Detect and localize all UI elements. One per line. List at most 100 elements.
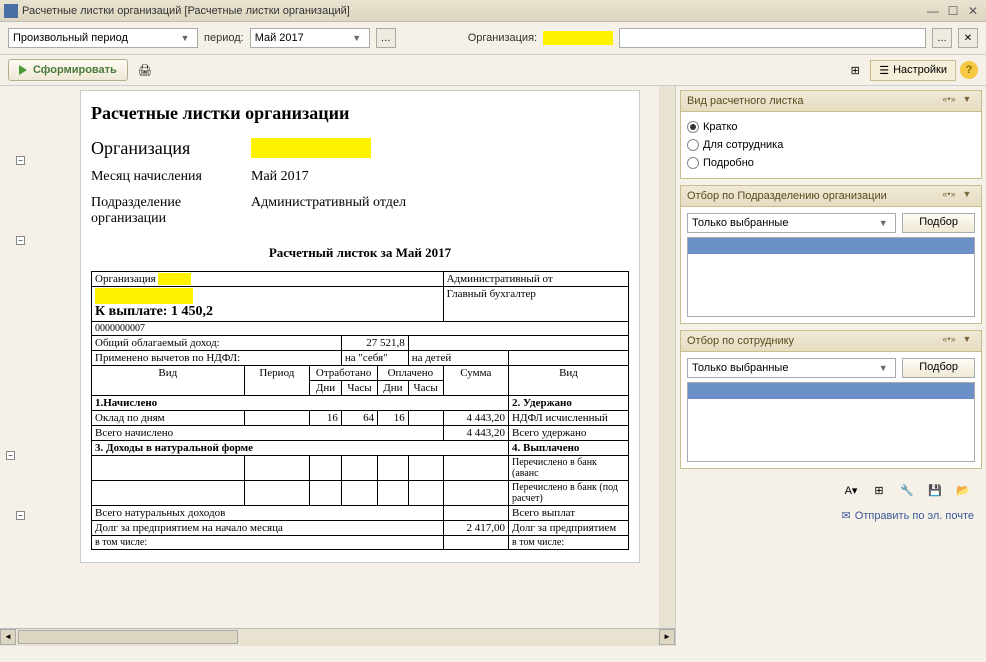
panel-collapse-button[interactable]: «•» <box>941 189 957 203</box>
document-scroll[interactable]: Расчетные листки организации Организация… <box>30 86 675 628</box>
panel-collapse-button[interactable]: «•» <box>941 334 957 348</box>
dept-right: Административный от <box>443 272 628 287</box>
send-label: Отправить по эл. почте <box>855 510 974 522</box>
col-days: Дни <box>310 381 342 396</box>
scroll-right-button[interactable]: ► <box>659 629 675 645</box>
grid-button[interactable]: ⊞ <box>868 479 890 501</box>
section-accrued: 1.Начислено <box>92 396 509 411</box>
outline-node[interactable]: − <box>16 236 25 245</box>
org-input[interactable] <box>619 28 926 48</box>
period-type-dropdown[interactable]: Произвольный период ▼ <box>8 28 198 48</box>
dept-value: Административный отдел <box>251 195 406 227</box>
col-days2: Дни <box>378 381 409 396</box>
settings-button[interactable]: ☰ Настройки <box>870 60 956 81</box>
org-redacted <box>251 138 371 158</box>
scroll-left-button[interactable]: ◄ <box>0 629 16 645</box>
emp-filter-list[interactable] <box>687 382 975 462</box>
panel-close-button[interactable]: ▼ <box>959 94 975 108</box>
dropdown-arrow-icon: ▼ <box>875 218 891 228</box>
col-period: Период <box>244 366 309 396</box>
help-button[interactable]: ? <box>960 61 978 79</box>
col-sum: Сумма <box>443 366 508 396</box>
outline-node[interactable]: − <box>16 156 25 165</box>
maximize-button[interactable]: ☐ <box>944 3 962 19</box>
dropdown-arrow-icon: ▼ <box>349 33 365 43</box>
period-dropdown[interactable]: Май 2017 ▼ <box>250 28 370 48</box>
print-button[interactable]: 🖨 <box>134 59 156 81</box>
row-debt-start: Долг за предприятием на начало месяца <box>92 521 444 536</box>
scroll-track[interactable] <box>16 629 659 646</box>
col-hours: Часы <box>341 381 377 396</box>
tool-button[interactable]: 🔧 <box>896 479 918 501</box>
row-bank-payroll: Перечислено в банк (под расчет) <box>509 481 629 506</box>
send-email-link[interactable]: ✉ Отправить по эл. почте <box>842 509 974 522</box>
panel-collapse-button[interactable]: «•» <box>941 94 957 108</box>
panel-close-button[interactable]: ▼ <box>959 334 975 348</box>
slip-title: Расчетный листок за Май 2017 <box>91 245 629 261</box>
list-item[interactable] <box>688 383 974 399</box>
payslip-document: Расчетные листки организации Организация… <box>80 90 640 563</box>
col-paid: Оплачено <box>378 366 443 381</box>
font-button[interactable]: A▾ <box>840 479 862 501</box>
row-total-natural: Всего натуральных доходов <box>92 506 444 521</box>
emp-filter-value: Только выбранные <box>692 362 788 374</box>
section-withheld: 2. Удержано <box>509 396 629 411</box>
col-hours2: Часы <box>408 381 443 396</box>
list-item[interactable] <box>688 238 974 254</box>
outline-gutter: − − − − <box>0 86 30 646</box>
emp-number: 0000000007 <box>92 322 629 336</box>
open-button[interactable]: 📂 <box>952 479 974 501</box>
col-worked: Отработано <box>310 366 378 381</box>
document-area: − − − − Расчетные листки организации Орг… <box>0 86 676 646</box>
org-clear-button[interactable]: ✕ <box>958 28 978 48</box>
dept-filter-dropdown[interactable]: Только выбранные ▼ <box>687 213 896 233</box>
settings-label: Настройки <box>893 64 947 76</box>
app-icon <box>4 4 18 18</box>
horizontal-scrollbar[interactable]: ◄ ► <box>0 628 675 646</box>
col-type2: Вид <box>509 366 629 396</box>
radio-detailed[interactable]: Подробно <box>687 154 975 172</box>
org-redacted-value <box>543 31 613 45</box>
vertical-scrollbar[interactable] <box>659 86 675 628</box>
org-label: Организация <box>91 138 251 159</box>
payslip-table: Организация Административный от К выплат… <box>91 271 629 550</box>
minimize-button[interactable]: — <box>924 3 942 19</box>
outline-node[interactable]: − <box>6 451 15 460</box>
position-right: Главный бухгалтер <box>443 287 628 322</box>
window-title: Расчетные листки организаций [Расчетные … <box>22 5 924 17</box>
window-controls: — ☐ ✕ <box>924 3 982 19</box>
org-picker-button[interactable]: … <box>932 28 952 48</box>
radio-employee[interactable]: Для сотрудника <box>687 136 975 154</box>
row-debt-end: Долг за предприятием <box>509 521 629 536</box>
emp-pick-button[interactable]: Подбор <box>902 358 975 378</box>
save-button[interactable]: 💾 <box>924 479 946 501</box>
period-picker-button[interactable]: … <box>376 28 396 48</box>
dropdown-arrow-icon: ▼ <box>875 363 891 373</box>
period-type-value: Произвольный период <box>13 32 128 44</box>
val-debt-start: 2 417,00 <box>443 521 508 536</box>
month-value: Май 2017 <box>251 169 309 185</box>
taxable-value: 27 521,8 <box>341 336 408 351</box>
radio-brief[interactable]: Кратко <box>687 118 975 136</box>
dept-filter-list[interactable] <box>687 237 975 317</box>
payout-label: К выплате: 1 450,2 <box>95 304 440 320</box>
row-total-accrued: Всего начислено <box>92 426 444 441</box>
val-d2: 16 <box>378 411 409 426</box>
dept-label: Подразделение организации <box>91 195 251 227</box>
scroll-thumb[interactable] <box>18 630 238 644</box>
row-including2: в том числе: <box>509 536 629 550</box>
emp-filter-dropdown[interactable]: Только выбранные ▼ <box>687 358 896 378</box>
val-d1: 16 <box>310 411 342 426</box>
period-label: период: <box>204 32 244 44</box>
generate-button[interactable]: Сформировать <box>8 59 128 81</box>
dept-filter-header: Отбор по Подразделению организации «•» ▼ <box>680 185 982 207</box>
month-label: Месяц начисления <box>91 169 251 185</box>
send-toolbar: ✉ Отправить по эл. почте <box>680 505 982 526</box>
row-salary: Оклад по дням <box>92 411 245 426</box>
outline-node[interactable]: − <box>16 511 25 520</box>
deductions-self: на "себя" <box>341 351 408 366</box>
dept-pick-button[interactable]: Подбор <box>902 213 975 233</box>
grid-button[interactable]: ⊞ <box>844 59 866 81</box>
close-button[interactable]: ✕ <box>964 3 982 19</box>
panel-close-button[interactable]: ▼ <box>959 189 975 203</box>
